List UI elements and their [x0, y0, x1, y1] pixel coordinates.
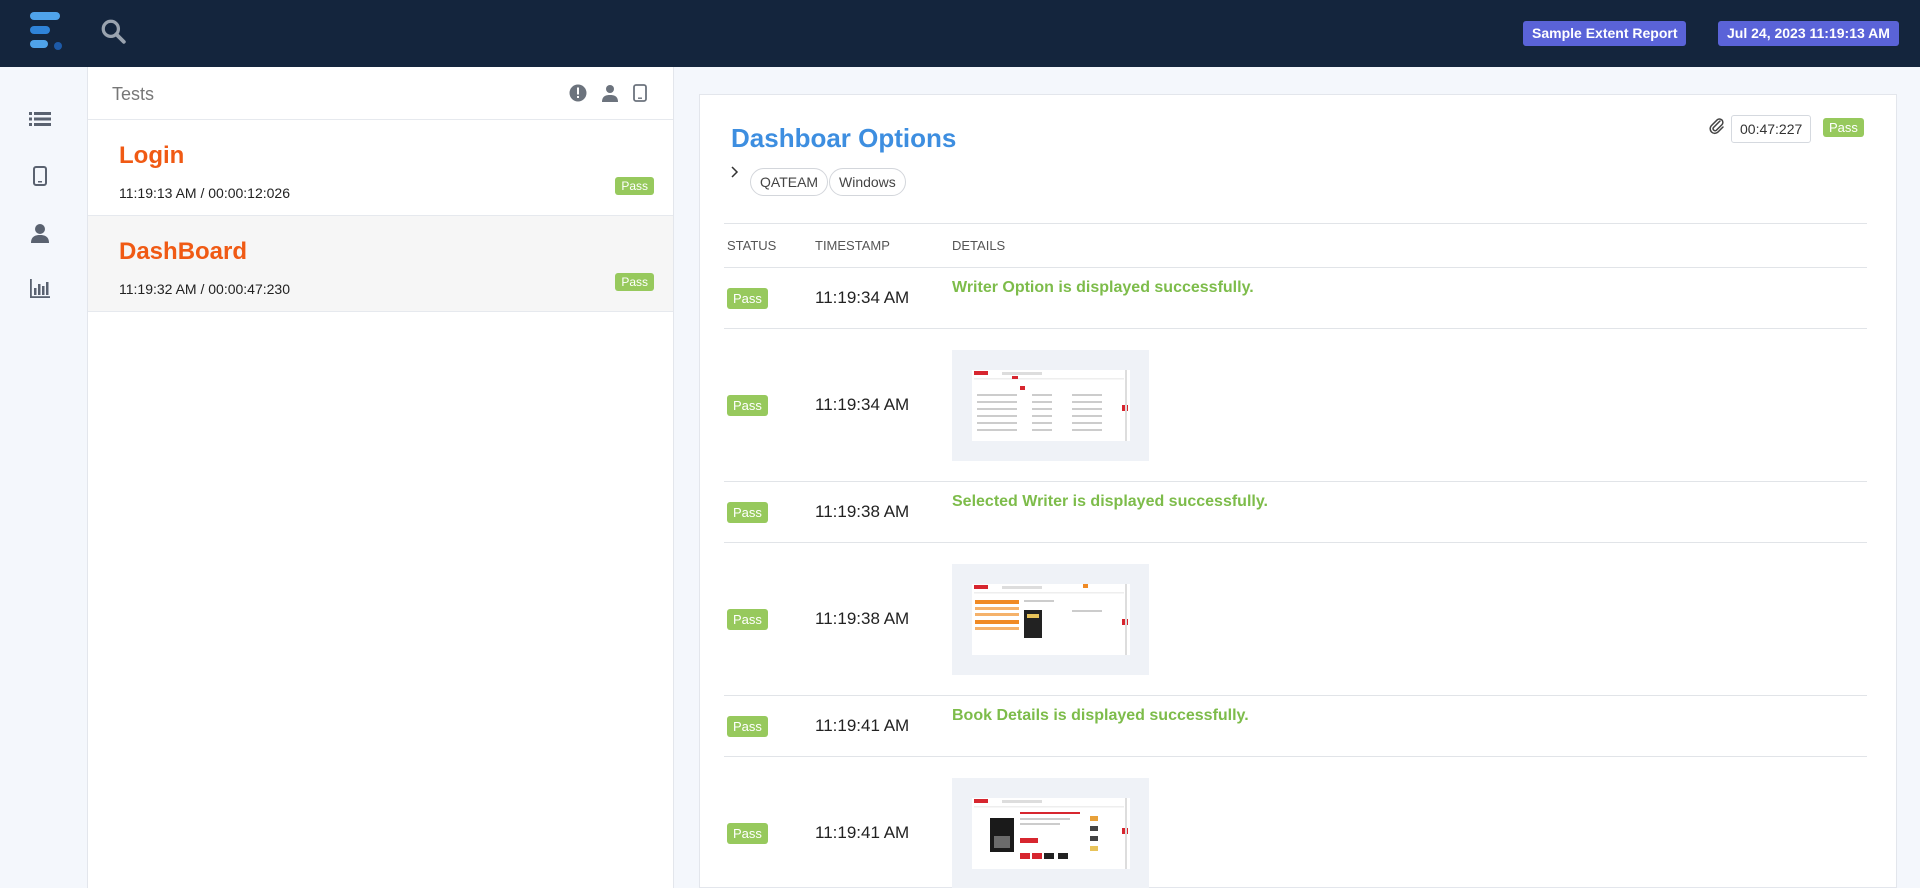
user-icon[interactable] [28, 221, 52, 245]
tests-panel-header: Tests [88, 67, 673, 120]
report-datetime-badge: Jul 24, 2023 11:19:13 AM [1718, 21, 1899, 46]
column-header-details: DETAILS [949, 223, 1867, 268]
paperclip-icon [1709, 118, 1724, 135]
status-badge: Pass [615, 177, 654, 195]
test-detail-panel: Dashboar Options 00:47:227 Pass QATEAM W… [699, 94, 1897, 888]
tablet-icon[interactable] [28, 164, 52, 188]
chevron-right-icon[interactable] [729, 165, 741, 179]
status-badge: Pass [727, 287, 768, 309]
status-badge: Pass [727, 715, 768, 737]
search-icon[interactable] [100, 18, 126, 44]
duration-badge: 00:47:227 [1731, 115, 1812, 143]
tests-panel: Tests Login 11:19:13 AM / 00:00:12:026 P… [88, 67, 674, 888]
log-message: Writer Option is displayed successfully. [952, 279, 1254, 296]
log-message: Selected Writer is displayed successfull… [952, 493, 1268, 510]
exclamation-icon[interactable] [568, 83, 588, 103]
bar-chart-icon[interactable] [28, 276, 52, 300]
status-badge: Pass [727, 501, 768, 523]
screenshot-thumbnail[interactable] [952, 777, 1149, 888]
screenshot-image [972, 797, 1130, 869]
test-detail-title: Dashboar Options [731, 123, 957, 153]
log-row: Pass 11:19:41 AM Book Details is display… [724, 695, 1867, 757]
top-bar: Sample Extent Report Jul 24, 2023 11:19:… [0, 0, 1920, 67]
column-header-timestamp: TIMESTAMP [812, 223, 949, 268]
log-timestamp: 11:19:41 AM [812, 695, 949, 757]
extent-logo[interactable] [28, 10, 64, 54]
screenshot-image [972, 583, 1130, 655]
status-badge: Pass [727, 608, 768, 630]
tag-qateam[interactable]: QATEAM [750, 168, 829, 196]
log-row: Pass 11:19:34 AM [724, 328, 1867, 482]
tests-panel-title: Tests [112, 84, 155, 104]
log-timestamp: 11:19:41 AM [812, 756, 949, 888]
test-timing: 11:19:13 AM / 00:00:12:026 [119, 185, 290, 201]
log-row: Pass 11:19:38 AM Selected Writer is disp… [724, 481, 1867, 543]
test-name: Login [119, 142, 185, 169]
screenshot-image [972, 369, 1130, 441]
tablet-icon[interactable] [630, 83, 650, 103]
left-navigation [0, 67, 88, 888]
status-badge: Pass [727, 394, 768, 416]
status-badge: Pass [1823, 118, 1864, 137]
log-row: Pass 11:19:38 AM [724, 542, 1867, 696]
status-badge: Pass [615, 273, 654, 291]
log-timestamp: 11:19:34 AM [812, 267, 949, 329]
screenshot-thumbnail[interactable] [952, 349, 1149, 461]
screenshot-thumbnail[interactable] [952, 563, 1149, 675]
log-timestamp: 11:19:34 AM [812, 328, 949, 482]
status-badge: Pass [727, 822, 768, 844]
tag-windows[interactable]: Windows [829, 168, 906, 196]
log-row: Pass 11:19:34 AM Writer Option is displa… [724, 267, 1867, 329]
user-icon[interactable] [600, 83, 620, 103]
log-timestamp: 11:19:38 AM [812, 542, 949, 696]
test-timing: 11:19:32 AM / 00:00:47:230 [119, 281, 290, 297]
log-row: Pass 11:19:41 AM [724, 756, 1867, 888]
log-timestamp: 11:19:38 AM [812, 481, 949, 543]
test-item-dashboard[interactable]: DashBoard 11:19:32 AM / 00:00:47:230 Pas… [88, 216, 673, 312]
test-name: DashBoard [119, 238, 248, 265]
test-item-login[interactable]: Login 11:19:13 AM / 00:00:12:026 Pass [88, 120, 673, 216]
log-message: Book Details is displayed successfully. [952, 707, 1249, 724]
report-name-badge: Sample Extent Report [1523, 21, 1687, 46]
log-table-header: STATUS TIMESTAMP DETAILS [724, 223, 1867, 268]
list-icon[interactable] [28, 107, 52, 131]
log-table: STATUS TIMESTAMP DETAILS Pass 11:19:34 A… [724, 223, 1867, 888]
column-header-status: STATUS [724, 223, 812, 268]
